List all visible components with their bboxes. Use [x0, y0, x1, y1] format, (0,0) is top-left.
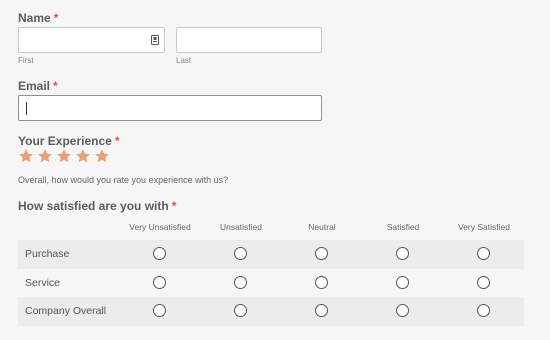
star-icon[interactable]	[75, 148, 91, 164]
name-label: Name *	[18, 11, 58, 25]
radio-button[interactable]	[234, 304, 247, 317]
radio-button[interactable]	[396, 304, 409, 317]
experience-label-text: Your Experience	[18, 134, 112, 148]
matrix-row: Purchase	[18, 240, 524, 269]
radio-button[interactable]	[477, 247, 490, 260]
text-cursor	[26, 102, 27, 115]
matrix-row: Service	[18, 269, 524, 298]
column-header: Satisfied	[386, 222, 420, 232]
first-sublabel: First	[18, 56, 34, 65]
experience-label: Your Experience *	[18, 134, 120, 148]
survey-form: Name * First Last Email * Your Experience *…	[0, 0, 550, 340]
email-input[interactable]	[18, 95, 322, 121]
star-icon[interactable]	[18, 148, 34, 164]
last-name-input[interactable]	[176, 27, 322, 53]
radio-button[interactable]	[153, 304, 166, 317]
column-header: Very Satisfied	[458, 222, 510, 232]
radio-button[interactable]	[315, 247, 328, 260]
matrix-header: Very Unsatisfied Unsatisfied Neutral Satisf…	[18, 218, 524, 240]
radio-button[interactable]	[396, 275, 409, 289]
radio-button[interactable]	[234, 247, 247, 260]
star-icon[interactable]	[56, 148, 72, 164]
name-required-mark: *	[53, 11, 59, 25]
radio-button[interactable]	[396, 247, 409, 260]
satisfaction-label-text: How satisfied are you with	[18, 199, 169, 213]
radio-button[interactable]	[234, 275, 247, 289]
satisfaction-required-mark: *	[171, 199, 177, 213]
experience-helper-text: Overall, how would you rate you experien…	[18, 175, 229, 185]
column-header: Very Unsatisfied	[129, 222, 191, 232]
radio-button[interactable]	[153, 247, 166, 260]
row-label: Service	[25, 276, 61, 289]
email-required-mark: *	[53, 79, 58, 93]
first-name-input[interactable]	[18, 27, 165, 53]
experience-required-mark: *	[114, 134, 120, 148]
email-label-text: Email	[18, 79, 51, 93]
row-label: Company Overall	[25, 305, 107, 317]
satisfaction-matrix: Very Unsatisfied Unsatisfied Neutral Satisf…	[18, 218, 524, 326]
row-label: Purchase	[25, 248, 70, 260]
satisfaction-label: How satisfied are you with *	[18, 199, 176, 213]
column-header: Neutral	[308, 222, 336, 232]
matrix-body: Purchase Service Company Overall	[18, 240, 524, 326]
star-rating[interactable]	[18, 148, 110, 164]
name-label-text: Name	[18, 11, 51, 25]
matrix-row: Company Overall	[18, 297, 524, 326]
radio-button[interactable]	[315, 275, 328, 289]
star-icon[interactable]	[37, 148, 53, 164]
last-sublabel: Last	[176, 56, 192, 65]
radio-button[interactable]	[153, 275, 166, 289]
email-label: Email *	[18, 79, 58, 93]
column-header: Unsatisfied	[219, 222, 263, 232]
radio-button[interactable]	[477, 275, 490, 289]
radio-button[interactable]	[477, 304, 490, 317]
star-icon[interactable]	[94, 148, 110, 164]
radio-button[interactable]	[315, 304, 328, 317]
contact-card-icon[interactable]	[151, 35, 159, 45]
